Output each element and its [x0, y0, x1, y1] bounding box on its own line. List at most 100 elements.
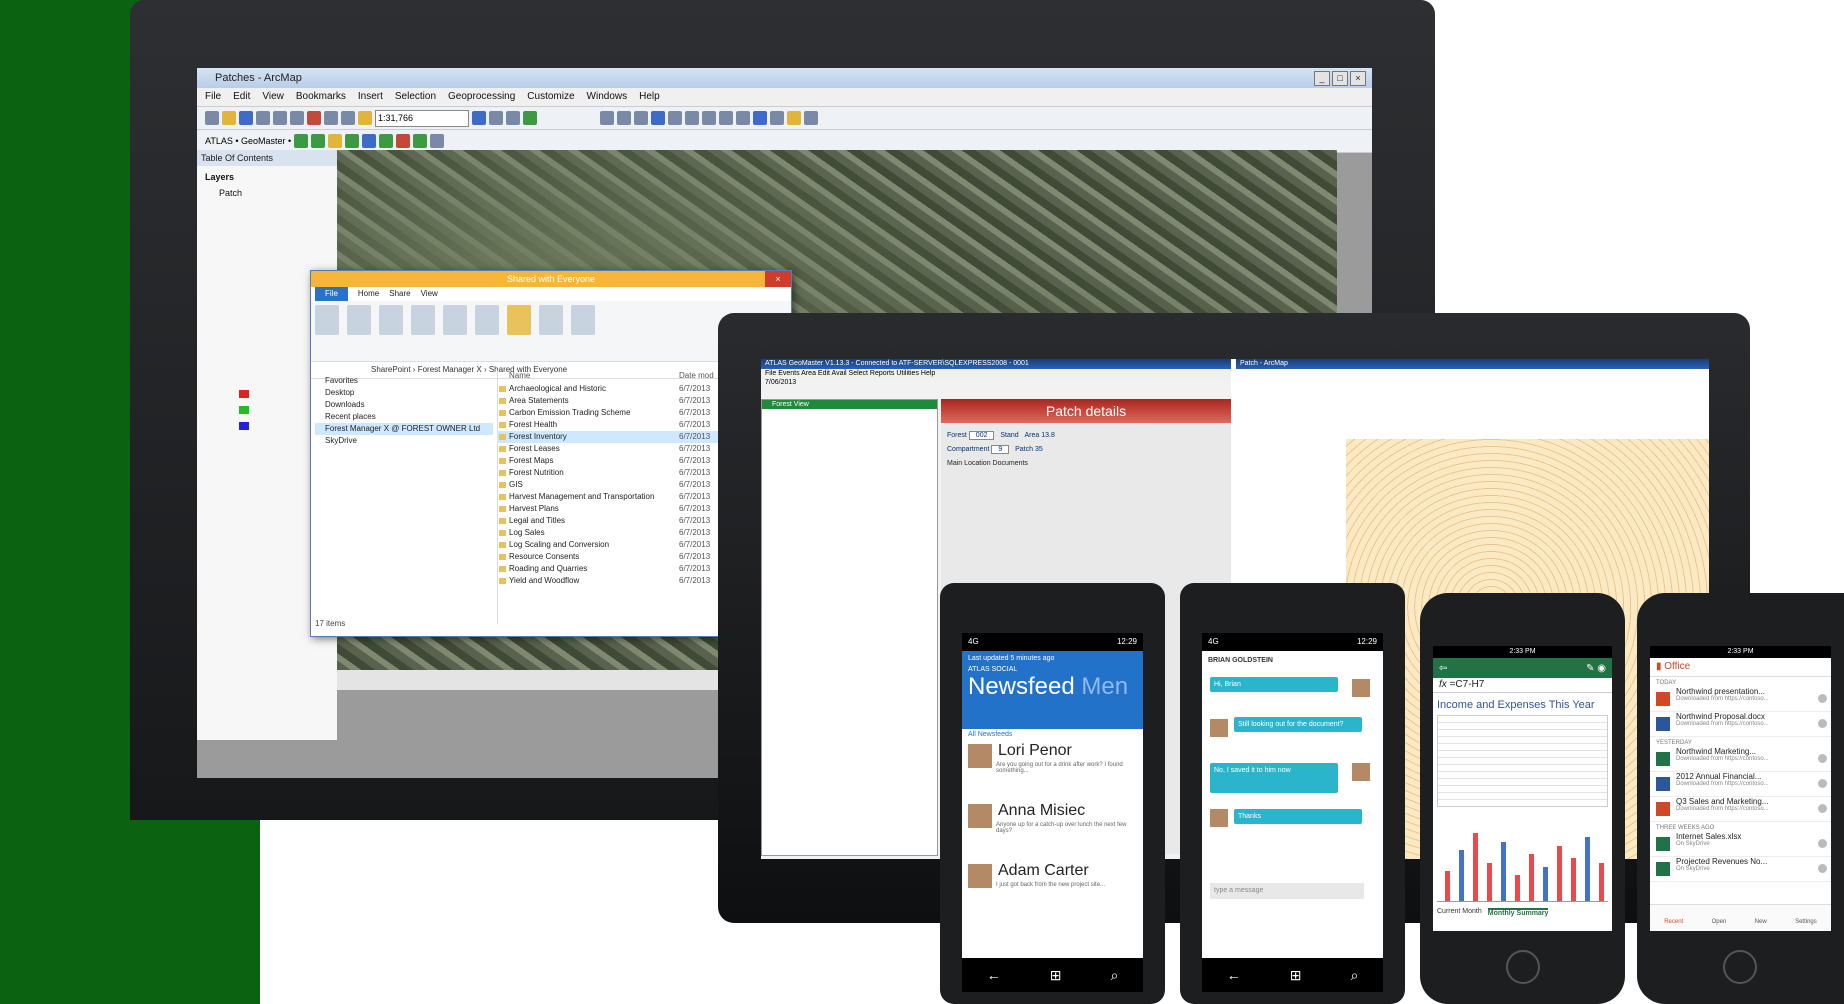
select-icon[interactable] [736, 111, 750, 125]
redo-icon[interactable] [341, 111, 355, 125]
atlas-tool-3-icon[interactable] [328, 134, 343, 148]
chevron-right-icon[interactable] [1818, 779, 1827, 788]
tab-new[interactable]: New [1755, 905, 1767, 931]
chevron-right-icon[interactable] [1818, 694, 1827, 703]
tab-home[interactable]: Home [358, 287, 379, 301]
explorer-close-button[interactable]: × [765, 271, 791, 287]
nav-favorites[interactable]: Favorites [315, 375, 493, 387]
catalog-icon[interactable] [506, 111, 520, 125]
fixed-zoom-out-icon[interactable] [685, 111, 699, 125]
move-to-icon[interactable] [379, 305, 403, 335]
atlas-tool-9-icon[interactable] [430, 134, 445, 148]
rename-icon[interactable] [475, 305, 499, 335]
formula-bar[interactable]: fx =C7-H7 [1433, 678, 1612, 693]
copy-to-icon[interactable] [411, 305, 435, 335]
minimize-button[interactable]: _ [1314, 71, 1330, 86]
menu-bookmarks[interactable]: Bookmarks [296, 88, 346, 106]
save-icon[interactable] [239, 111, 253, 125]
atlas-tool-2-icon[interactable] [311, 134, 326, 148]
paste-icon[interactable] [347, 305, 371, 335]
recent-document[interactable]: Internet Sales.xlsx On SkyDrive [1650, 832, 1831, 857]
tab-current-month[interactable]: Current Month [1437, 908, 1482, 917]
chevron-right-icon[interactable] [1818, 719, 1827, 728]
share-icon[interactable]: ✎ ◉ [1586, 663, 1606, 674]
properties-icon[interactable] [539, 305, 563, 335]
atlas-tool-7-icon[interactable] [396, 134, 411, 148]
chevron-right-icon[interactable] [1818, 864, 1827, 873]
identify-icon[interactable] [753, 111, 767, 125]
tab-monthly-summary[interactable]: Monthly Summary [1487, 908, 1549, 917]
recent-document[interactable]: Northwind Marketing... Downloaded from ht… [1650, 747, 1831, 772]
open-icon[interactable] [222, 111, 236, 125]
col-date[interactable]: Date mod [679, 371, 714, 383]
atlas-tool-8-icon[interactable] [413, 134, 428, 148]
atlas-tool-5-icon[interactable] [362, 134, 377, 148]
back-icon[interactable]: ← [987, 967, 1001, 983]
nav-downloads[interactable]: Downloads [315, 399, 493, 411]
tab-open[interactable]: Open [1712, 905, 1727, 931]
atlas-tool-4-icon[interactable] [345, 134, 360, 148]
measure-icon[interactable] [770, 111, 784, 125]
zoom-out-icon[interactable] [617, 111, 631, 125]
atlas-tool-6-icon[interactable] [379, 134, 394, 148]
close-button[interactable]: × [1350, 71, 1366, 86]
full-extent-icon[interactable] [651, 111, 665, 125]
new-folder-icon[interactable] [507, 305, 531, 335]
add-data-icon[interactable] [358, 111, 372, 125]
hyperlink-icon[interactable] [787, 111, 801, 125]
menu-insert[interactable]: Insert [358, 88, 383, 106]
nav-forest-manager[interactable]: Forest Manager X @ FOREST OWNER Ltd [315, 423, 493, 435]
cut-icon[interactable] [273, 111, 287, 125]
atlas-tool-1-icon[interactable] [294, 134, 309, 148]
atlas-date[interactable]: 7/06/2013 [761, 379, 1231, 391]
forest-field[interactable]: 002 [968, 431, 995, 440]
all-newsfeeds-link[interactable]: All Newsfeeds [962, 729, 1143, 740]
copy-icon[interactable] [290, 111, 304, 125]
nav-skydrive[interactable]: SkyDrive [315, 435, 493, 447]
find-icon[interactable] [804, 111, 818, 125]
post[interactable]: Anna Misiec Anyone up for a catch-up ove… [962, 800, 1143, 860]
recent-document[interactable]: Projected Revenues No... On SkyDrive [1650, 857, 1831, 882]
menu-file[interactable]: File [205, 88, 221, 106]
recent-document[interactable]: Northwind Proposal.docx Downloaded from h… [1650, 712, 1831, 737]
toc-patch-layer[interactable]: Patch [197, 188, 337, 198]
menu-geoprocessing[interactable]: Geoprocessing [448, 88, 515, 106]
toc-layers[interactable]: Layers [197, 166, 337, 188]
back-icon[interactable]: ← [1227, 967, 1241, 983]
editor-icon[interactable] [472, 111, 486, 125]
menu-edit[interactable]: Edit [233, 88, 250, 106]
pan-icon[interactable] [634, 111, 648, 125]
home-button[interactable] [1506, 950, 1540, 984]
menu-customize[interactable]: Customize [527, 88, 574, 106]
forward-icon[interactable] [719, 111, 733, 125]
chevron-right-icon[interactable] [1818, 804, 1827, 813]
patch-tabs[interactable]: Main Location Documents [947, 460, 1028, 467]
tab-file[interactable]: File [315, 287, 348, 301]
delete-icon[interactable] [443, 305, 467, 335]
back-icon[interactable]: ⇦ [1439, 663, 1447, 674]
menu-view[interactable]: View [262, 88, 284, 106]
home-button[interactable] [1723, 950, 1757, 984]
post[interactable]: Lori Penor Are you going out for a drink… [962, 740, 1143, 800]
recent-document[interactable]: Q3 Sales and Marketing... Downloaded from… [1650, 797, 1831, 822]
scale-input[interactable]: 1:31,766 [375, 109, 469, 127]
search-icon[interactable]: ⌕ [1111, 967, 1119, 984]
message-input[interactable]: type a message [1210, 883, 1364, 899]
chevron-right-icon[interactable] [1818, 839, 1827, 848]
nav-recent-places[interactable]: Recent places [315, 411, 493, 423]
menu-selection[interactable]: Selection [395, 88, 436, 106]
copy-icon[interactable] [315, 305, 339, 335]
recent-document[interactable]: Northwind presentation... Downloaded from… [1650, 687, 1831, 712]
fixed-zoom-in-icon[interactable] [668, 111, 682, 125]
maximize-button[interactable]: □ [1332, 71, 1348, 86]
nav-desktop[interactable]: Desktop [315, 387, 493, 399]
toc-icon[interactable] [489, 111, 503, 125]
undo-icon[interactable] [324, 111, 338, 125]
post[interactable]: Adam Carter I just got back from the new… [962, 860, 1143, 920]
delete-icon[interactable] [307, 111, 321, 125]
windows-icon[interactable]: ⊞ [1290, 967, 1302, 984]
tab-recent[interactable]: Recent [1664, 905, 1683, 931]
search-icon[interactable]: ⌕ [1351, 967, 1359, 984]
search-icon[interactable] [523, 111, 537, 125]
windows-icon[interactable]: ⊞ [1050, 967, 1062, 984]
